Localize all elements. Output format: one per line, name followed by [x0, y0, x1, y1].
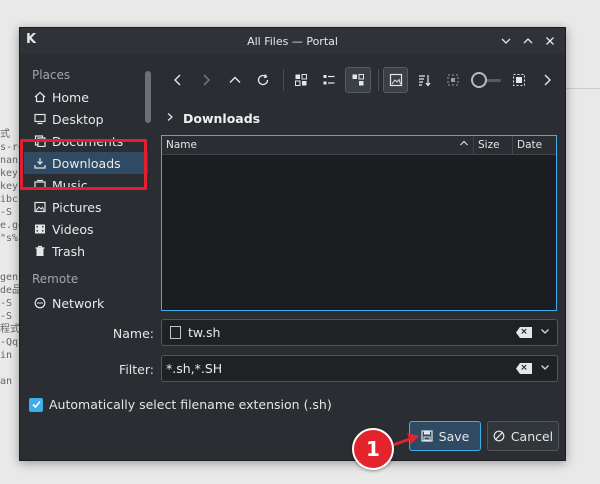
compact-view-button[interactable] — [317, 67, 343, 93]
icon-view-button[interactable] — [288, 67, 314, 93]
more-button[interactable] — [534, 67, 560, 93]
preview-icon — [389, 73, 402, 87]
file-list[interactable]: Name Size Date — [161, 135, 557, 311]
sidebar-item-label: Network — [52, 295, 105, 311]
file-list-header: Name Size Date — [162, 136, 556, 155]
filename-input[interactable]: tw.sh — [188, 325, 516, 340]
sidebar-item-label: Pictures — [52, 199, 102, 215]
breadcrumb-current[interactable]: Downloads — [183, 111, 260, 126]
section-label-places: Places — [32, 68, 71, 82]
sidebar-scrollbar[interactable] — [145, 71, 151, 123]
downloads-highlight-box — [20, 139, 147, 190]
chevron-down-icon — [501, 38, 511, 44]
sort-button[interactable] — [411, 67, 437, 93]
toolbar-separator — [377, 69, 379, 91]
desktop-icon — [34, 113, 46, 125]
title-bar[interactable]: K All Files — Portal — [20, 28, 565, 54]
column-label: Name — [166, 139, 197, 151]
forward-icon — [203, 74, 211, 86]
file-dialog: K All Files — Portal Places Home Desktop… — [19, 27, 566, 461]
detailed-view-button[interactable] — [345, 67, 371, 93]
column-header-date[interactable]: Date — [513, 136, 556, 155]
sidebar-item-trash[interactable]: Trash — [24, 240, 148, 262]
sort-ascending-icon — [459, 136, 469, 155]
reload-icon — [258, 74, 269, 86]
filename-field[interactable]: tw.sh × — [161, 319, 558, 346]
forward-button[interactable] — [194, 67, 220, 93]
file-icon — [170, 326, 181, 339]
kde-logo-icon: K — [26, 32, 37, 47]
sidebar-item-label: Trash — [52, 243, 86, 259]
sidebar-item-pictures[interactable]: Pictures — [24, 196, 148, 218]
filter-label: Filter: — [119, 362, 154, 377]
background-divider — [565, 88, 600, 89]
auto-extension-checkbox[interactable] — [29, 397, 43, 412]
name-label: Name: — [112, 326, 154, 341]
auto-extension-label: Automatically select filename extension … — [49, 397, 332, 412]
network-icon — [34, 297, 46, 309]
zoom-max-button[interactable] — [506, 67, 532, 93]
toolbar — [165, 64, 563, 96]
cancel-label: Cancel — [510, 428, 554, 444]
maximize-button[interactable] — [519, 32, 537, 50]
sidebar-item-videos[interactable]: Videos — [24, 218, 148, 240]
breadcrumb[interactable]: Downloads — [165, 107, 260, 129]
filter-input[interactable]: *.sh,*.SH — [162, 361, 516, 376]
trash-icon — [34, 245, 46, 257]
filter-field[interactable]: *.sh,*.SH × — [161, 355, 558, 382]
sidebar-item-network[interactable]: Network — [24, 292, 148, 314]
parent-folder-icon — [229, 76, 241, 83]
zoom-slider[interactable] — [469, 67, 504, 93]
home-icon — [34, 91, 46, 103]
sidebar-item-desktop[interactable]: Desktop — [24, 108, 148, 130]
close-icon — [546, 37, 554, 45]
zoom-icon — [447, 74, 459, 86]
column-label: Date — [517, 139, 543, 151]
sidebar-item-home[interactable]: Home — [24, 86, 148, 108]
sidebar-item-label: Videos — [52, 221, 94, 237]
column-header-size[interactable]: Size — [474, 136, 513, 155]
reload-button[interactable] — [251, 67, 277, 93]
close-button[interactable] — [541, 32, 559, 50]
back-icon — [173, 74, 181, 86]
more-icon — [544, 74, 552, 86]
step-number-badge: 1 — [352, 428, 394, 470]
chevron-up-icon — [523, 38, 533, 44]
save-label: Save — [438, 428, 470, 444]
compact-view-icon — [323, 75, 335, 85]
checkmark-icon — [31, 400, 41, 409]
parent-folder-button[interactable] — [222, 67, 248, 93]
pictures-icon — [34, 201, 46, 213]
clear-name-icon[interactable]: × — [516, 327, 532, 338]
sidebar-item-label: Home — [52, 89, 89, 105]
cancel-icon — [493, 430, 505, 442]
cancel-button[interactable]: Cancel — [487, 421, 559, 451]
column-header-name[interactable]: Name — [162, 136, 474, 155]
column-label: Size — [478, 139, 500, 151]
toolbar-separator — [283, 69, 285, 91]
back-button[interactable] — [165, 67, 191, 93]
preview-button[interactable] — [382, 67, 409, 93]
section-label-remote: Remote — [32, 272, 79, 286]
minimize-button[interactable] — [497, 32, 515, 50]
breadcrumb-chevron-icon[interactable] — [165, 111, 175, 125]
detailed-view-icon — [352, 74, 365, 86]
chevron-down-icon[interactable] — [538, 362, 552, 375]
clear-filter-icon[interactable]: × — [516, 363, 532, 374]
chevron-down-icon[interactable] — [538, 326, 552, 339]
sort-icon — [419, 75, 431, 87]
icon-view-icon — [294, 74, 307, 86]
window-controls — [497, 32, 559, 50]
zoom-button[interactable] — [440, 67, 466, 93]
sidebar-item-label: Desktop — [52, 111, 104, 127]
zoom-max-icon — [512, 74, 525, 86]
zoom-slider-handle[interactable] — [470, 72, 487, 88]
places-panel: Places Home Desktop Documents Downloads — [24, 62, 148, 338]
auto-extension-option[interactable]: Automatically select filename extension … — [29, 397, 332, 412]
window-title: All Files — Portal — [247, 34, 338, 48]
videos-icon — [34, 223, 46, 235]
